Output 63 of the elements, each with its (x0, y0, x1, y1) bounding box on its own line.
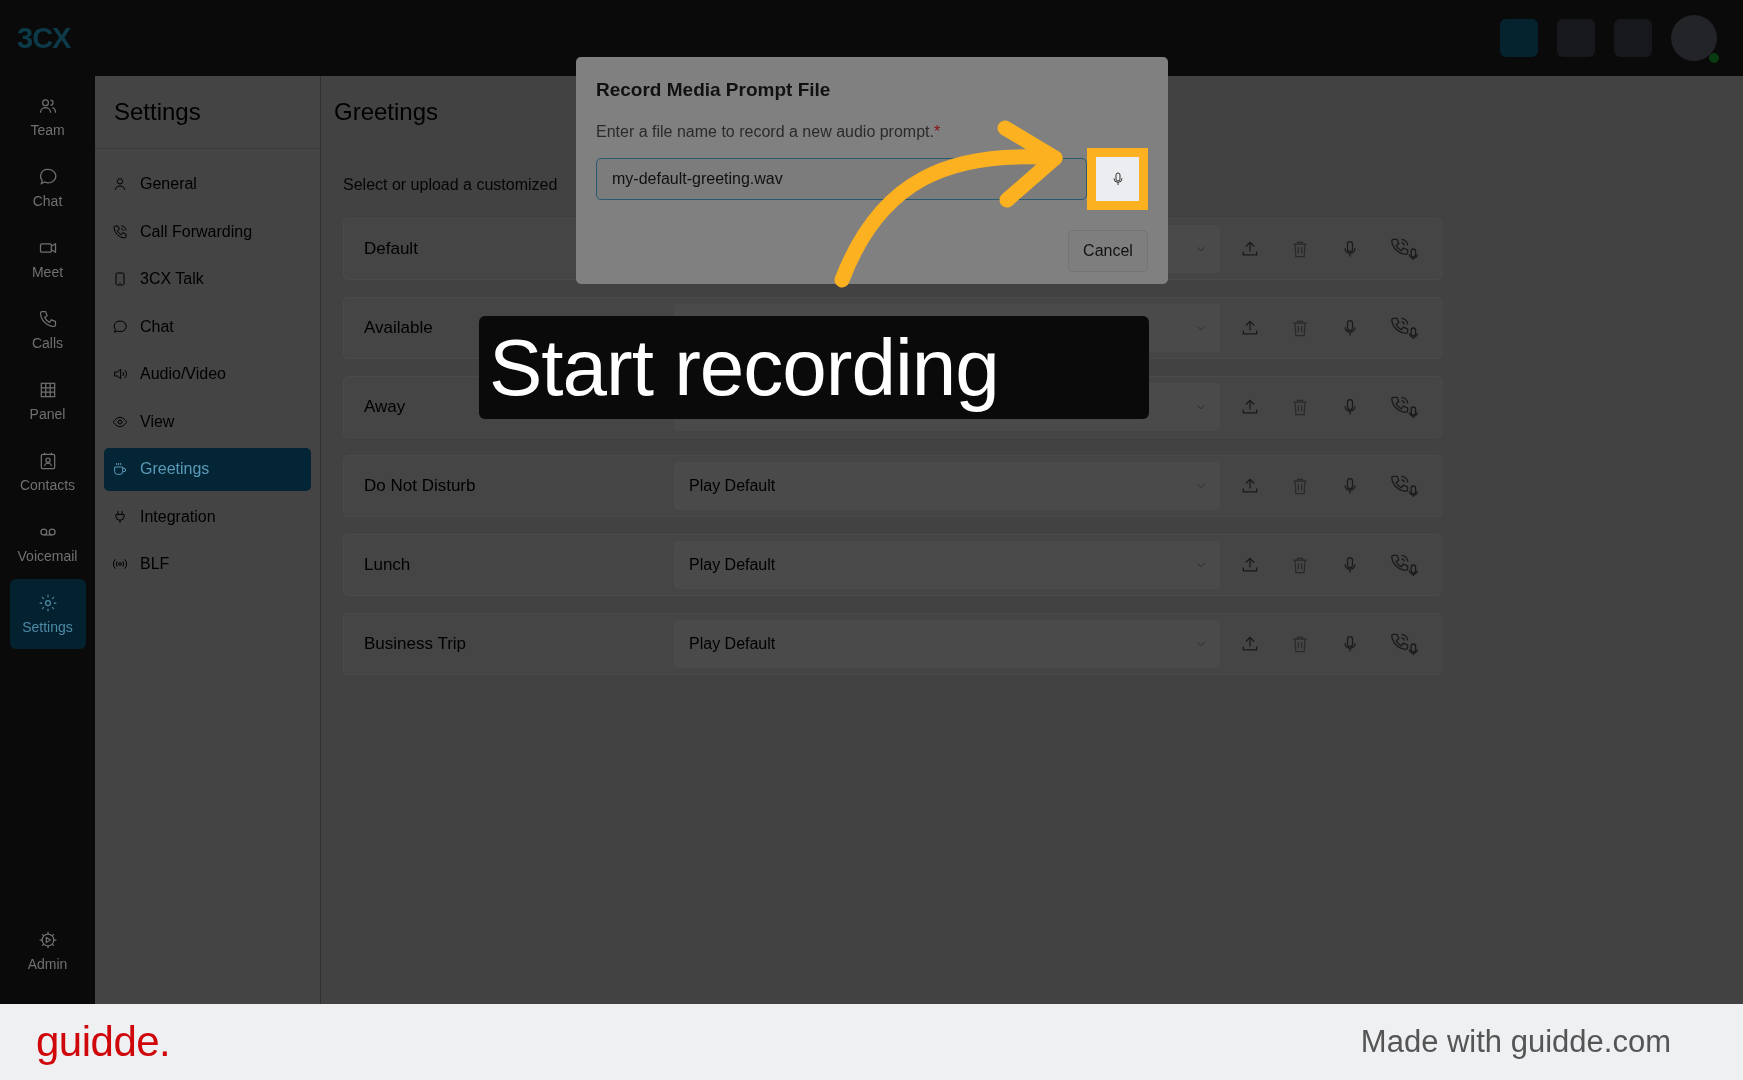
settings-icon (37, 593, 58, 613)
nav-item[interactable]: Calls (9, 295, 86, 365)
phone-microphone-icon[interactable] (1390, 474, 1420, 498)
settings-menu-item[interactable]: General (104, 163, 311, 206)
phone-microphone-icon[interactable] (1390, 395, 1420, 419)
people-icon (37, 96, 58, 116)
avatar-icon[interactable] (1671, 15, 1717, 61)
phone-microphone-icon[interactable] (1390, 237, 1420, 261)
nav-item[interactable]: Admin (9, 916, 86, 986)
required-mark: * (933, 123, 941, 141)
settings-menu-item[interactable]: Chat (104, 305, 311, 348)
record-button[interactable] (1096, 157, 1139, 201)
phone-icon (37, 309, 58, 329)
trash-icon[interactable] (1290, 555, 1310, 575)
settings-menu-item[interactable]: BLF (104, 543, 311, 586)
mobile-phone-icon (112, 271, 128, 288)
person-icon (112, 176, 128, 193)
panel-title: Settings (95, 76, 320, 149)
greeting-label: Lunch (364, 555, 412, 575)
greeting-dropdown[interactable]: Play Default (674, 620, 1220, 668)
nav-item[interactable]: Panel (9, 366, 86, 436)
greeting-dropdown[interactable]: Play Default (674, 462, 1220, 510)
trash-icon[interactable] (1290, 239, 1310, 259)
footer-logo: guidde. (36, 1018, 171, 1066)
settings-menu-item[interactable]: Audio/Video (104, 353, 311, 396)
app-logo: 3CX (17, 21, 71, 55)
trash-icon[interactable] (1290, 397, 1310, 417)
trash-icon[interactable] (1290, 476, 1310, 496)
field-label: Enter a file name to record a new audio prompt. (596, 123, 934, 141)
settings-menu-item[interactable]: Integration (104, 495, 311, 538)
settings-menu-item[interactable]: View (104, 400, 311, 443)
nav-item[interactable]: Settings (9, 579, 86, 649)
greeting-label: Default (364, 239, 419, 259)
greeting-dropdown[interactable]: Play Default (674, 541, 1220, 589)
phone-icon (112, 223, 128, 240)
nav-item[interactable]: Contacts (9, 437, 86, 507)
phone-microphone-icon[interactable] (1390, 316, 1420, 340)
footer-text: Made with guidde.com (1360, 1024, 1671, 1060)
trash-icon[interactable] (1290, 318, 1310, 338)
nav-item[interactable]: Team (9, 82, 86, 152)
page-description: Select or upload a customized (343, 176, 558, 194)
page-title: Greetings (334, 97, 439, 127)
nav-item[interactable]: Chat (9, 153, 86, 223)
cancel-button[interactable]: Cancel (1068, 230, 1148, 272)
dialog-title: Record Media Prompt File (596, 79, 832, 101)
cup-icon (112, 461, 128, 478)
phone-microphone-icon[interactable] (1390, 553, 1420, 577)
plug-icon (112, 508, 128, 525)
trash-icon[interactable] (1290, 634, 1310, 654)
settings-menu-item[interactable]: Greetings (104, 448, 311, 491)
nav-item[interactable]: Meet (9, 224, 86, 294)
chat-bubble-icon (37, 167, 58, 187)
greeting-label: Away (364, 397, 407, 417)
header-button[interactable] (1500, 19, 1538, 57)
nav-item[interactable]: Voicemail (9, 508, 86, 578)
gear-icon (37, 930, 58, 950)
greeting-label: Business Trip (364, 634, 468, 654)
greeting-label: Do Not Disturb (364, 476, 477, 496)
settings-menu-item[interactable]: 3CX Talk (104, 258, 311, 301)
greeting-label: Available (364, 318, 434, 338)
phone-microphone-icon[interactable] (1390, 632, 1420, 656)
chat-bubble-icon (112, 318, 128, 335)
settings-menu-item[interactable]: Call Forwarding (104, 210, 311, 253)
